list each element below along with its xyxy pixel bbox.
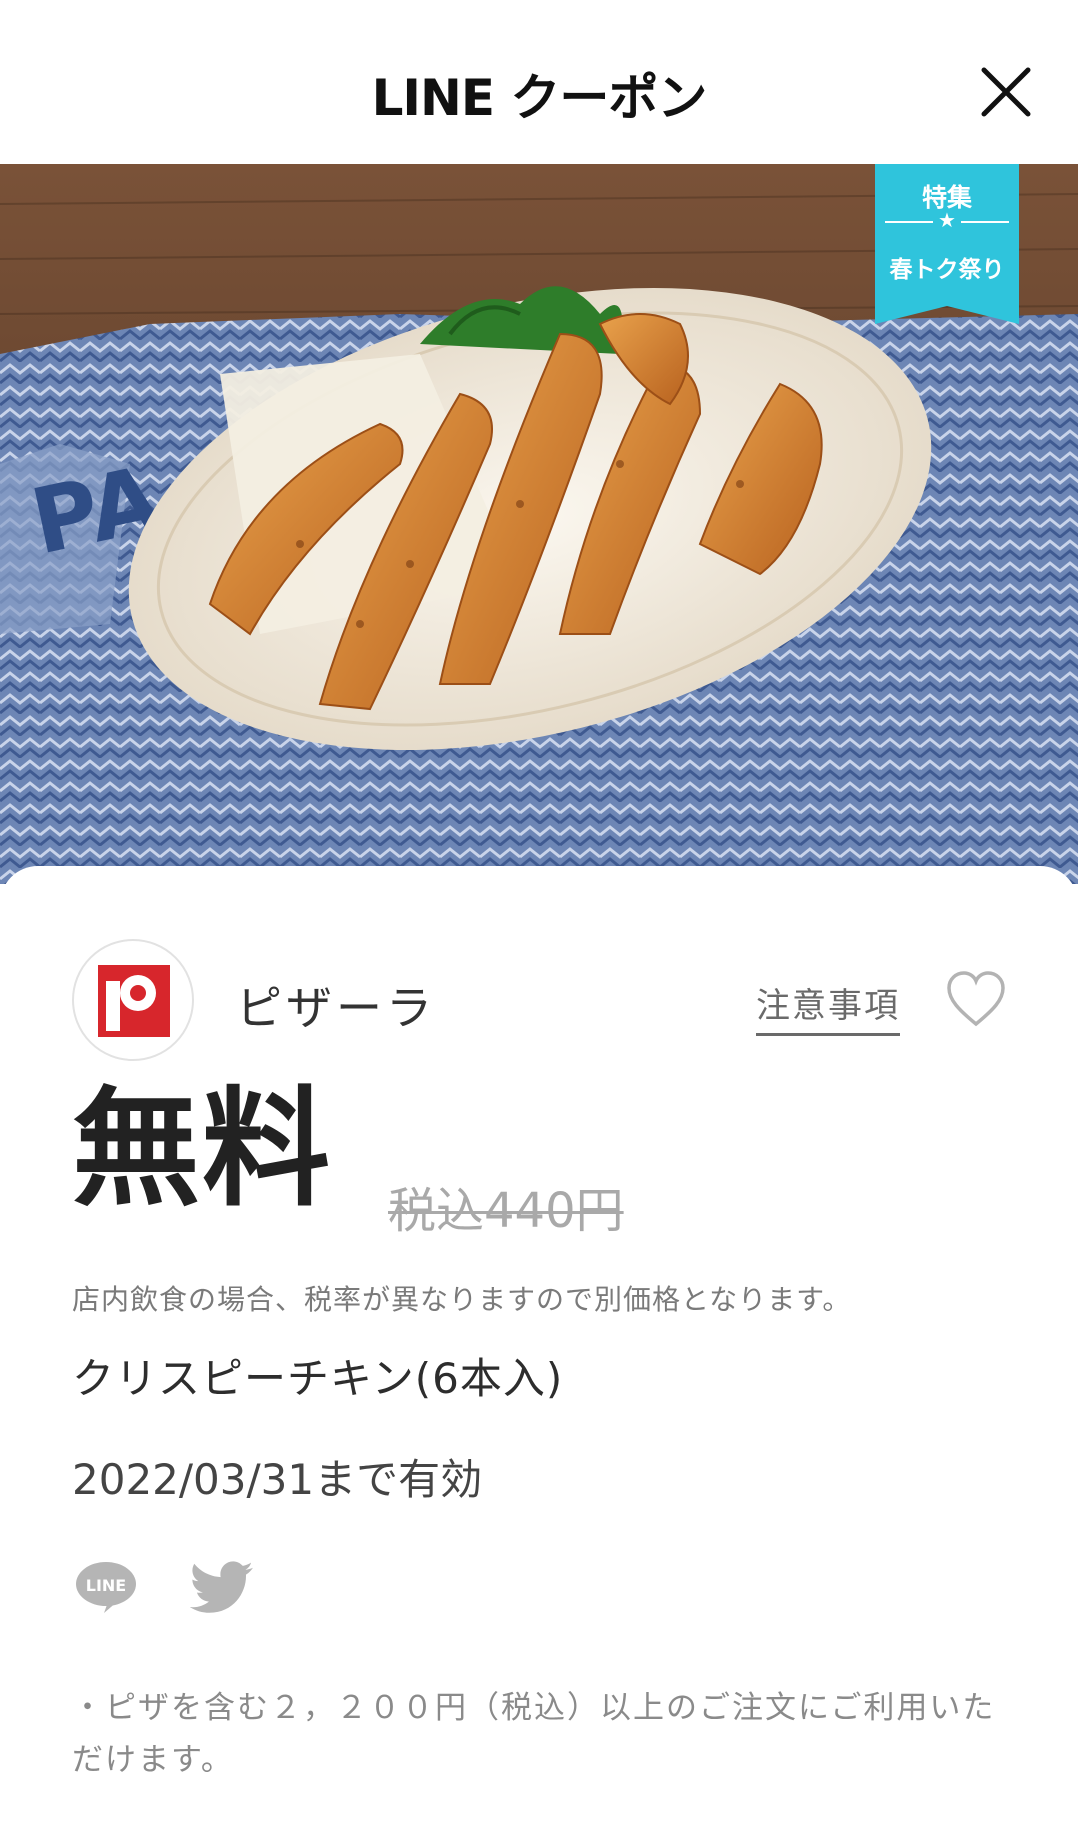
usage-terms: ・ピザを含む２，２００円（税込）以上のご注文にご利用いただけます。 bbox=[72, 1690, 996, 1778]
shop-logo bbox=[72, 939, 194, 1061]
badge-campaign: 春トク祭り bbox=[889, 257, 1005, 283]
twitter-icon bbox=[189, 1561, 253, 1613]
line-icon-label: LINE bbox=[86, 1576, 126, 1595]
heart-icon bbox=[947, 971, 1005, 1027]
favorite-button[interactable] bbox=[945, 970, 1007, 1028]
close-icon bbox=[981, 67, 1031, 117]
feature-badge[interactable]: 特集 ★ 春トク祭り bbox=[875, 164, 1019, 324]
coupon-price: 無料 bbox=[72, 1075, 333, 1224]
share-twitter-button[interactable] bbox=[189, 1561, 254, 1615]
product-name: クリスピーチキン(6本入) bbox=[72, 1354, 564, 1403]
share-line-button[interactable]: LINE bbox=[74, 1560, 138, 1614]
original-price: 税込440円 bbox=[388, 1183, 624, 1239]
page-title: LINE クーポン bbox=[371, 69, 708, 127]
line-icon: LINE bbox=[76, 1562, 136, 1613]
validity-date: 2022/03/31まで有効 bbox=[72, 1455, 483, 1504]
header: LINE クーポン bbox=[0, 0, 1078, 164]
close-button[interactable] bbox=[978, 64, 1034, 120]
badge-star-icon: ★ bbox=[938, 208, 956, 232]
shop-name: ピザーラ bbox=[236, 981, 436, 1035]
pizzala-logo-icon bbox=[98, 965, 170, 1037]
notes-link[interactable]: 注意事項 bbox=[756, 978, 900, 1036]
tax-note: 店内飲食の場合、税率が異なりますので別価格となります。 bbox=[72, 1283, 852, 1316]
